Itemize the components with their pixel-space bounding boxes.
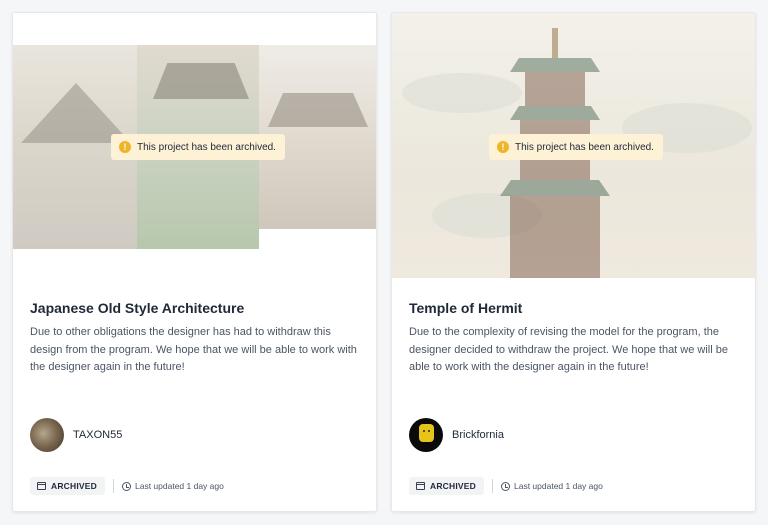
avatar[interactable] (30, 418, 64, 452)
card-footer: ARCHIVED Last updated 1 day ago (409, 477, 603, 495)
project-title[interactable]: Japanese Old Style Architecture (30, 300, 244, 316)
clock-history-icon (501, 481, 510, 491)
archived-banner: ! This project has been archived. (111, 134, 285, 160)
archived-banner: ! This project has been archived. (489, 134, 663, 160)
archived-banner-text: This project has been archived. (137, 141, 276, 153)
archive-box-icon (37, 482, 46, 490)
archived-banner-text: This project has been archived. (515, 141, 654, 153)
status-badge: ARCHIVED (409, 477, 484, 495)
clock-history-icon (122, 481, 131, 491)
author-name[interactable]: Brickfornia (452, 429, 504, 441)
footer-divider (492, 479, 493, 493)
image-roof-shape (268, 93, 368, 127)
author-link[interactable]: Brickfornia (409, 418, 504, 452)
last-updated: Last updated 1 day ago (501, 481, 603, 491)
image-pagoda (500, 28, 610, 278)
status-badge-label: ARCHIVED (430, 481, 476, 491)
archive-box-icon (416, 482, 425, 490)
author-name[interactable]: TAXON55 (73, 429, 122, 441)
project-title[interactable]: Temple of Hermit (409, 300, 522, 316)
last-updated: Last updated 1 day ago (122, 481, 224, 491)
project-description: Due to other obligations the designer ha… (30, 326, 357, 373)
status-badge: ARCHIVED (30, 477, 105, 495)
project-description: Due to the complexity of revising the mo… (409, 326, 728, 373)
image-roof-shape (153, 63, 249, 99)
avatar[interactable] (409, 418, 443, 452)
project-image[interactable]: ! This project has been archived. (13, 13, 376, 278)
project-card-temple-of-hermit[interactable]: ! This project has been archived. Temple… (391, 12, 756, 512)
image-cloud (402, 73, 522, 113)
project-image[interactable]: ! This project has been archived. (392, 13, 755, 278)
status-badge-label: ARCHIVED (51, 481, 97, 491)
last-updated-text: Last updated 1 day ago (135, 481, 224, 491)
card-footer: ARCHIVED Last updated 1 day ago (30, 477, 224, 495)
warning-icon: ! (119, 141, 131, 153)
last-updated-text: Last updated 1 day ago (514, 481, 603, 491)
project-card-japanese-old-style-architecture[interactable]: ! This project has been archived. Japane… (12, 12, 377, 512)
author-link[interactable]: TAXON55 (30, 418, 122, 452)
warning-icon: ! (497, 141, 509, 153)
footer-divider (113, 479, 114, 493)
